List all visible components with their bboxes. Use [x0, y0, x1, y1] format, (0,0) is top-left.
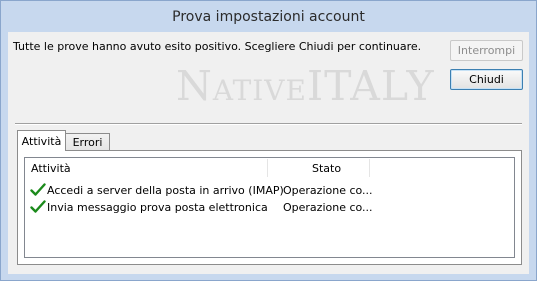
test-account-settings-window: Prova impostazioni account Tutte le prov…	[0, 0, 537, 281]
checkmark-icon	[30, 200, 46, 213]
window-title: Prova impostazioni account	[172, 9, 365, 25]
column-divider[interactable]	[369, 159, 370, 177]
list-header: Attività Stato	[25, 158, 514, 178]
status-text: Operazione co...	[283, 184, 373, 197]
list-item[interactable]: Invia messaggio prova posta elettronica …	[25, 200, 514, 217]
status-text: Operazione co...	[283, 201, 373, 214]
watermark-logo: NATIVEITALY	[176, 62, 435, 110]
list-item[interactable]: Accedi a server della posta in arrivo (I…	[25, 183, 514, 200]
checkmark-icon	[30, 183, 46, 196]
column-header-status[interactable]: Stato	[312, 158, 341, 178]
separator-line	[15, 123, 522, 125]
stop-button[interactable]: Interrompi	[450, 40, 523, 61]
column-divider[interactable]	[267, 159, 268, 177]
result-message: Tutte le prove hanno avuto esito positiv…	[13, 40, 422, 53]
tab-activities[interactable]: Attività	[17, 130, 66, 151]
column-header-activity[interactable]: Attività	[31, 158, 71, 178]
close-button[interactable]: Chiudi	[450, 69, 523, 90]
activity-text: Invia messaggio prova posta elettronica	[47, 201, 268, 214]
tab-errors[interactable]: Errori	[65, 133, 110, 151]
activity-text: Accedi a server della posta in arrivo (I…	[47, 184, 284, 197]
title-bar[interactable]: Prova impostazioni account	[1, 1, 536, 32]
tab-panel: Attività Stato Accedi a server della pos…	[17, 150, 522, 265]
dialog-client-area: Tutte le prove hanno avuto esito positiv…	[8, 32, 529, 274]
tasks-list: Attività Stato Accedi a server della pos…	[24, 157, 515, 258]
